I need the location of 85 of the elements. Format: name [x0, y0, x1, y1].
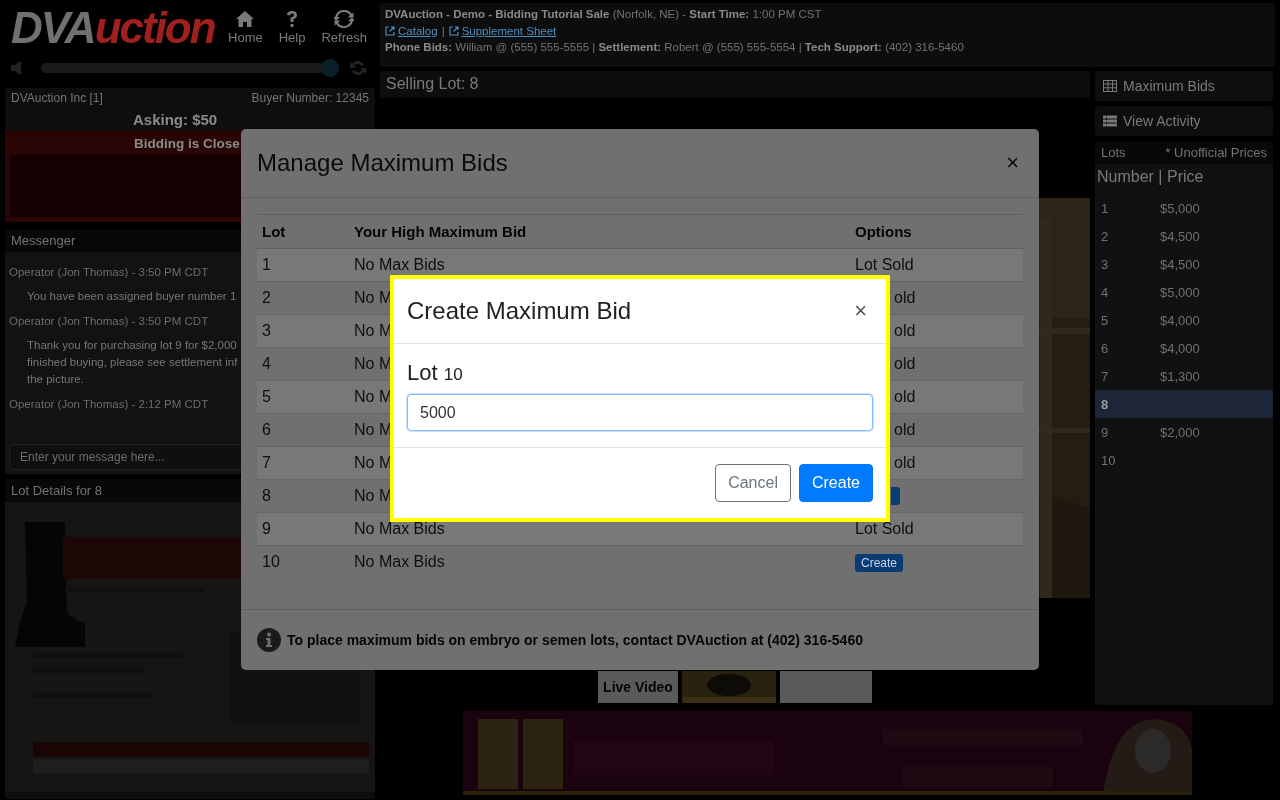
lot-number: 5: [1101, 312, 1110, 328]
lot-price: $4,000: [1160, 312, 1200, 328]
lot-row[interactable]: 6 $4,000: [1095, 334, 1273, 362]
lot-row[interactable]: 3 $4,500: [1095, 250, 1273, 278]
column-header: Options: [850, 214, 1023, 249]
document-link[interactable]: Catalog: [385, 25, 438, 37]
create-button[interactable]: Create: [855, 553, 904, 572]
refresh-icon: [334, 10, 355, 28]
table-cell: 7: [257, 446, 349, 480]
bid-input-field[interactable]: 5000: [407, 394, 873, 431]
separator: |: [441, 25, 445, 37]
question-mark-icon: [285, 10, 300, 28]
message-meta: Operator (Jon Thomas) - 3:50 PM CDT: [9, 315, 209, 327]
lot-row[interactable]: 5 $4,000: [1095, 306, 1273, 334]
message-meta: Operator (Jon Thomas) - 2:12 PM CDT: [9, 398, 209, 410]
lot-number: 6: [1101, 340, 1110, 356]
lot-row[interactable]: 2 $4,500: [1095, 222, 1273, 250]
external-link-icon: [448, 26, 459, 36]
video-tab[interactable]: [780, 671, 872, 703]
nav-button[interactable]: Help: [270, 10, 314, 45]
dialog-title: Manage Maximum Bids: [257, 149, 508, 177]
lot-number: 1: [1101, 200, 1110, 216]
logo: DVAuction: [11, 2, 216, 53]
table-cell: 9: [257, 512, 349, 546]
table-cell: No Max Bids: [349, 545, 850, 579]
sale-title: DVAuction - Demo - Bidding Tutorial Sale (Norfolk, NE) - Start Time: 1:00 PM CST: [385, 7, 823, 22]
lot-price: $2,000: [1160, 424, 1200, 440]
table-cell: 1: [257, 248, 349, 282]
lot-number: 9: [1101, 424, 1110, 440]
chat-message: Thank you for purchasing lot 9 for $2,000 finished buying, please see settlement inf the picture.: [26, 338, 238, 387]
close-button[interactable]: ×: [1002, 150, 1023, 176]
asking-price: Asking: $50: [132, 110, 219, 130]
chat-message: You have been assigned buyer number 1: [26, 289, 237, 304]
lot-row[interactable]: 1 $5,000: [1095, 194, 1273, 222]
message-meta: Operator (Jon Thomas) - 3:50 PM CDT: [9, 266, 209, 278]
nav-button[interactable]: Home: [220, 10, 271, 45]
sync-icon[interactable]: [349, 59, 367, 77]
cancel-button[interactable]: Cancel: [715, 464, 791, 502]
side-button[interactable]: View Activity: [1095, 106, 1273, 136]
selling-lot-bar: Selling Lot: 8: [380, 71, 1090, 98]
lot-price: $4,500: [1160, 256, 1200, 272]
lot-number: 2: [1101, 228, 1110, 244]
column-header: Lot: [257, 214, 349, 249]
video-tab[interactable]: Live Video: [598, 671, 678, 703]
nav-button[interactable]: Refresh: [313, 10, 375, 45]
home-icon: [235, 10, 256, 28]
list-icon: [1103, 115, 1117, 127]
lot-price: $1,300: [1160, 368, 1200, 384]
info-icon: [257, 628, 281, 652]
create-button[interactable]: Create: [798, 464, 873, 502]
table-cell: 10: [257, 545, 349, 579]
lot-number: 4: [1101, 284, 1110, 300]
lot-number: 10: [1101, 452, 1117, 468]
lot-price: $4,500: [1160, 228, 1200, 244]
speaker-icon[interactable]: [11, 61, 21, 75]
external-link-icon: [385, 26, 395, 36]
side-button[interactable]: Maximum Bids: [1095, 71, 1273, 101]
panel-title: Lots: [1101, 145, 1126, 160]
table-cell: Lot Sold: [850, 512, 1023, 546]
footer-note: To place maximum bids on embryo or semen lots, contact DVAuction at (402) 316-5460: [287, 632, 863, 648]
lot-price: $5,000: [1160, 284, 1200, 300]
lot-number: 3: [1101, 256, 1110, 272]
buyer-number: Buyer Number: 12345: [251, 91, 369, 105]
lot-row[interactable]: 10: [1095, 446, 1273, 474]
column-heading: Number | Price: [1096, 167, 1205, 187]
table-cell: 3: [257, 314, 349, 348]
lot-row[interactable]: 8: [1095, 390, 1273, 418]
prices-note: * Unofficial Prices: [1165, 145, 1267, 160]
table-cell: 5: [257, 380, 349, 414]
contact-info: Phone Bids: William @ (555) 555-5555 | Settlement: Robert @ (555) 555-5554 | Tech Support: (402) 316-5460: [385, 40, 965, 55]
lot-price: $4,000: [1160, 340, 1200, 356]
create-button[interactable]: [891, 487, 900, 506]
bidding-status: Bidding is Close: [133, 136, 240, 151]
table-icon: [1103, 80, 1117, 92]
slider-thumb[interactable]: [321, 59, 340, 77]
lot-price: $5,000: [1160, 200, 1200, 216]
lot-row[interactable]: 9 $2,000: [1095, 418, 1273, 446]
column-header: Your High Maximum Bid: [349, 214, 850, 249]
lot-row[interactable]: 7 $1,300: [1095, 362, 1273, 390]
document-link[interactable]: Supplement Sheet: [448, 25, 557, 37]
table-cell: Lot Sold: [850, 248, 1023, 282]
account-name: DVAuction Inc [1]: [11, 91, 103, 105]
lot-row[interactable]: 4 $5,000: [1095, 278, 1273, 306]
lot-number: 7: [1101, 368, 1110, 384]
lot-number: 8: [1101, 396, 1110, 412]
